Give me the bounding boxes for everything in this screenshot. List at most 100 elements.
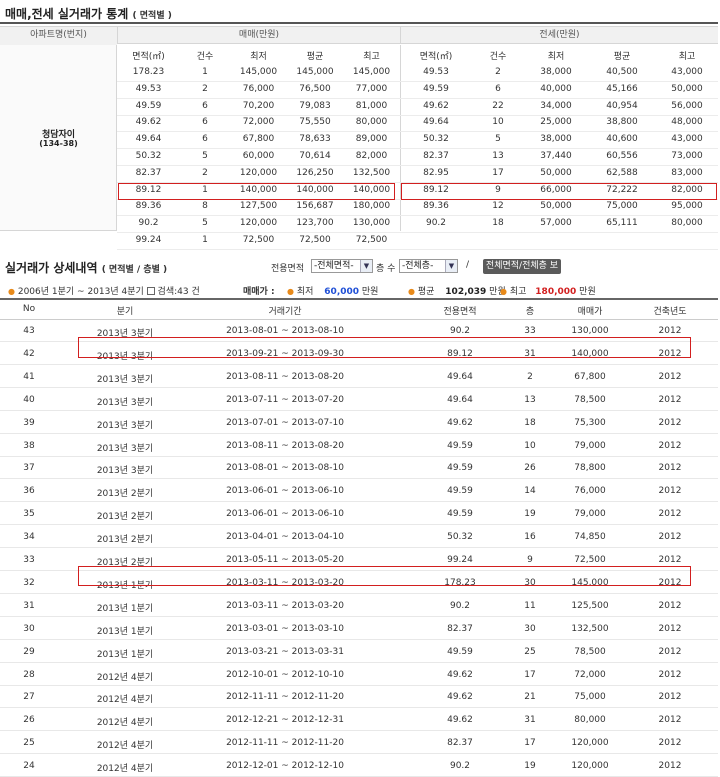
detail-cell-quarter: 2013년 1분기 <box>96 649 154 660</box>
detail-cell-year: 2012 <box>658 417 682 428</box>
table-row: 39 2013년 3분기 2013-07-01 ~ 2013-07-10 49.62 1… <box>0 412 718 434</box>
rent-cell-avg: 75,000 <box>606 201 638 212</box>
detail-cell-floor: 17 <box>524 738 536 749</box>
table-row: 40 2013년 3분기 2013-07-11 ~ 2013-07-20 49.64 1… <box>0 389 718 411</box>
detail-cell-no: 41 <box>23 371 35 382</box>
detail-cell-area: 49.59 <box>447 463 473 474</box>
sale-cell-max: 72,500 <box>355 235 388 245</box>
sale-cell-max: 130,000 <box>352 218 391 229</box>
detail-cell-price: 67,800 <box>574 371 606 382</box>
sale-cell-count: 2 <box>202 83 208 94</box>
rent-cell-area: 49.64 <box>423 117 449 128</box>
sale-cell-avg: 79,083 <box>299 100 331 111</box>
floor-select[interactable]: -전체층- ▼ <box>399 259 458 273</box>
sale-cell-area: 82.37 <box>135 167 162 178</box>
detail-cell-price: 125,500 <box>571 600 609 611</box>
detail-cell-floor: 18 <box>524 417 536 428</box>
sale-cell-area: 49.64 <box>135 134 162 145</box>
detail-cell-year: 2012 <box>658 669 682 680</box>
area-select-value: -전체면적- <box>314 261 354 271</box>
sale-cell-count: 1 <box>202 67 208 77</box>
detail-cell-year: 2012 <box>658 371 682 382</box>
rent-subheader-max: 최고 <box>678 52 696 62</box>
detail-cell-no: 42 <box>23 348 35 359</box>
rent-cell-avg: 60,556 <box>606 151 638 161</box>
area-select[interactable]: -전체면적- ▼ <box>311 259 373 273</box>
detail-cell-quarter: 2013년 3분기 <box>96 397 154 408</box>
detail-cell-quarter: 2012년 4분기 <box>96 741 154 752</box>
sale-cell-avg: 76,500 <box>299 83 331 94</box>
detail-cell-quarter: 2013년 3분기 <box>96 420 154 431</box>
sale-cell-area: 50.32 <box>135 151 162 161</box>
sale-cell-avg: 156,687 <box>296 201 334 212</box>
sale-cell-avg: 72,500 <box>299 235 331 245</box>
detail-cell-quarter: 2012년 4분기 <box>96 718 154 729</box>
rent-cell-area: 49.53 <box>423 67 449 77</box>
detail-cell-area: 82.37 <box>447 738 473 749</box>
col-sale-header: 매매(만원) <box>117 26 400 44</box>
rent-cell-max: 56,000 <box>671 100 703 111</box>
table-row: 28 2012년 4분기 2012-10-01 ~ 2012-10-10 49.62 1… <box>0 664 718 686</box>
stats-row-line <box>117 81 718 82</box>
table-row: 27 2012년 4분기 2012-11-11 ~ 2012-11-20 49.62 2… <box>0 686 718 709</box>
detail-cell-no: 26 <box>23 715 35 726</box>
view-all-button[interactable]: 전체면적/전체층 보기 <box>483 259 561 286</box>
search-result-icon <box>146 287 155 295</box>
detail-cell-floor: 13 <box>524 394 536 405</box>
bullet-icon: ● <box>500 287 507 296</box>
sale-cell-max: 180,000 <box>352 201 391 212</box>
sale-subheader-area: 면적(㎡) <box>132 52 165 62</box>
detail-cell-floor: 19 <box>524 761 536 772</box>
detail-cell-no: 37 <box>23 463 35 474</box>
detail-cell-quarter: 2013년 2분기 <box>96 512 154 523</box>
detail-cell-floor: 21 <box>524 692 536 703</box>
rent-cell-count: 2 <box>495 67 501 77</box>
detail-cell-price: 79,000 <box>574 509 606 520</box>
detail-cell-period: 2013-07-01 ~ 2013-07-10 <box>226 417 344 428</box>
detail-cell-year: 2012 <box>658 509 682 520</box>
detail-header-year: 건축년도 <box>653 307 687 317</box>
summary-avg-value: 102,039 <box>445 287 487 297</box>
rent-cell-count: 5 <box>495 134 501 145</box>
sale-cell-avg: 126,250 <box>296 167 334 178</box>
rent-cell-area: 82.37 <box>423 151 449 161</box>
rent-cell-avg: 38,800 <box>606 117 638 128</box>
stats-row-line <box>117 165 718 166</box>
sale-cell-max: 89,000 <box>355 134 388 145</box>
detail-title-sub: ( 면적별 / 층별 ) <box>101 265 168 275</box>
rent-cell-count: 17 <box>492 167 504 178</box>
detail-cell-area: 99.24 <box>447 555 473 565</box>
detail-cell-period: 2013-06-01 ~ 2013-06-10 <box>226 509 344 520</box>
detail-cell-area: 49.62 <box>447 669 473 680</box>
table-row: 34 2013년 2분기 2013-04-01 ~ 2013-04-10 50.32 1… <box>0 526 718 549</box>
sale-cell-avg: 145,000 <box>296 67 334 77</box>
detail-cell-area: 49.64 <box>447 394 473 405</box>
detail-cell-area: 49.62 <box>447 715 473 726</box>
detail-header-no: No <box>22 304 36 314</box>
stats-title-text: 매매,전세 실거래가 통계 <box>5 7 129 21</box>
detail-cell-year: 2012 <box>658 532 682 543</box>
detail-cell-floor: 26 <box>524 463 536 474</box>
detail-cell-period: 2013-07-11 ~ 2013-07-20 <box>226 394 344 405</box>
detail-cell-quarter: 2013년 3분기 <box>96 374 154 385</box>
sale-cell-count: 2 <box>202 167 208 178</box>
detail-cell-period: 2012-11-11 ~ 2012-11-20 <box>226 738 344 749</box>
rent-cell-avg: 45,166 <box>606 83 638 94</box>
table-row: 26 2012년 4분기 2012-12-21 ~ 2012-12-31 49.62 3… <box>0 709 718 732</box>
detail-cell-year: 2012 <box>658 646 682 657</box>
detail-header-floor: 층 <box>525 307 535 317</box>
sale-cell-max: 132,500 <box>352 167 391 178</box>
sale-cell-area: 49.53 <box>135 83 162 94</box>
sale-cell-min: 72,000 <box>242 117 275 128</box>
sale-cell-count: 6 <box>202 100 208 111</box>
detail-cell-year: 2012 <box>658 761 682 772</box>
sale-cell-area: 178.23 <box>132 67 165 77</box>
detail-title: 실거래가 상세내역 ( 면적별 / 층별 ) <box>5 259 167 276</box>
detail-cell-floor: 19 <box>524 509 536 520</box>
rent-cell-count: 18 <box>492 218 504 229</box>
detail-cell-period: 2013-05-11 ~ 2013-05-20 <box>226 555 344 565</box>
detail-cell-floor: 2 <box>527 371 533 382</box>
rent-cell-max: 50,000 <box>671 83 703 94</box>
detail-cell-quarter: 2013년 2분기 <box>96 535 154 546</box>
detail-header-price: 매매가 <box>577 307 603 317</box>
